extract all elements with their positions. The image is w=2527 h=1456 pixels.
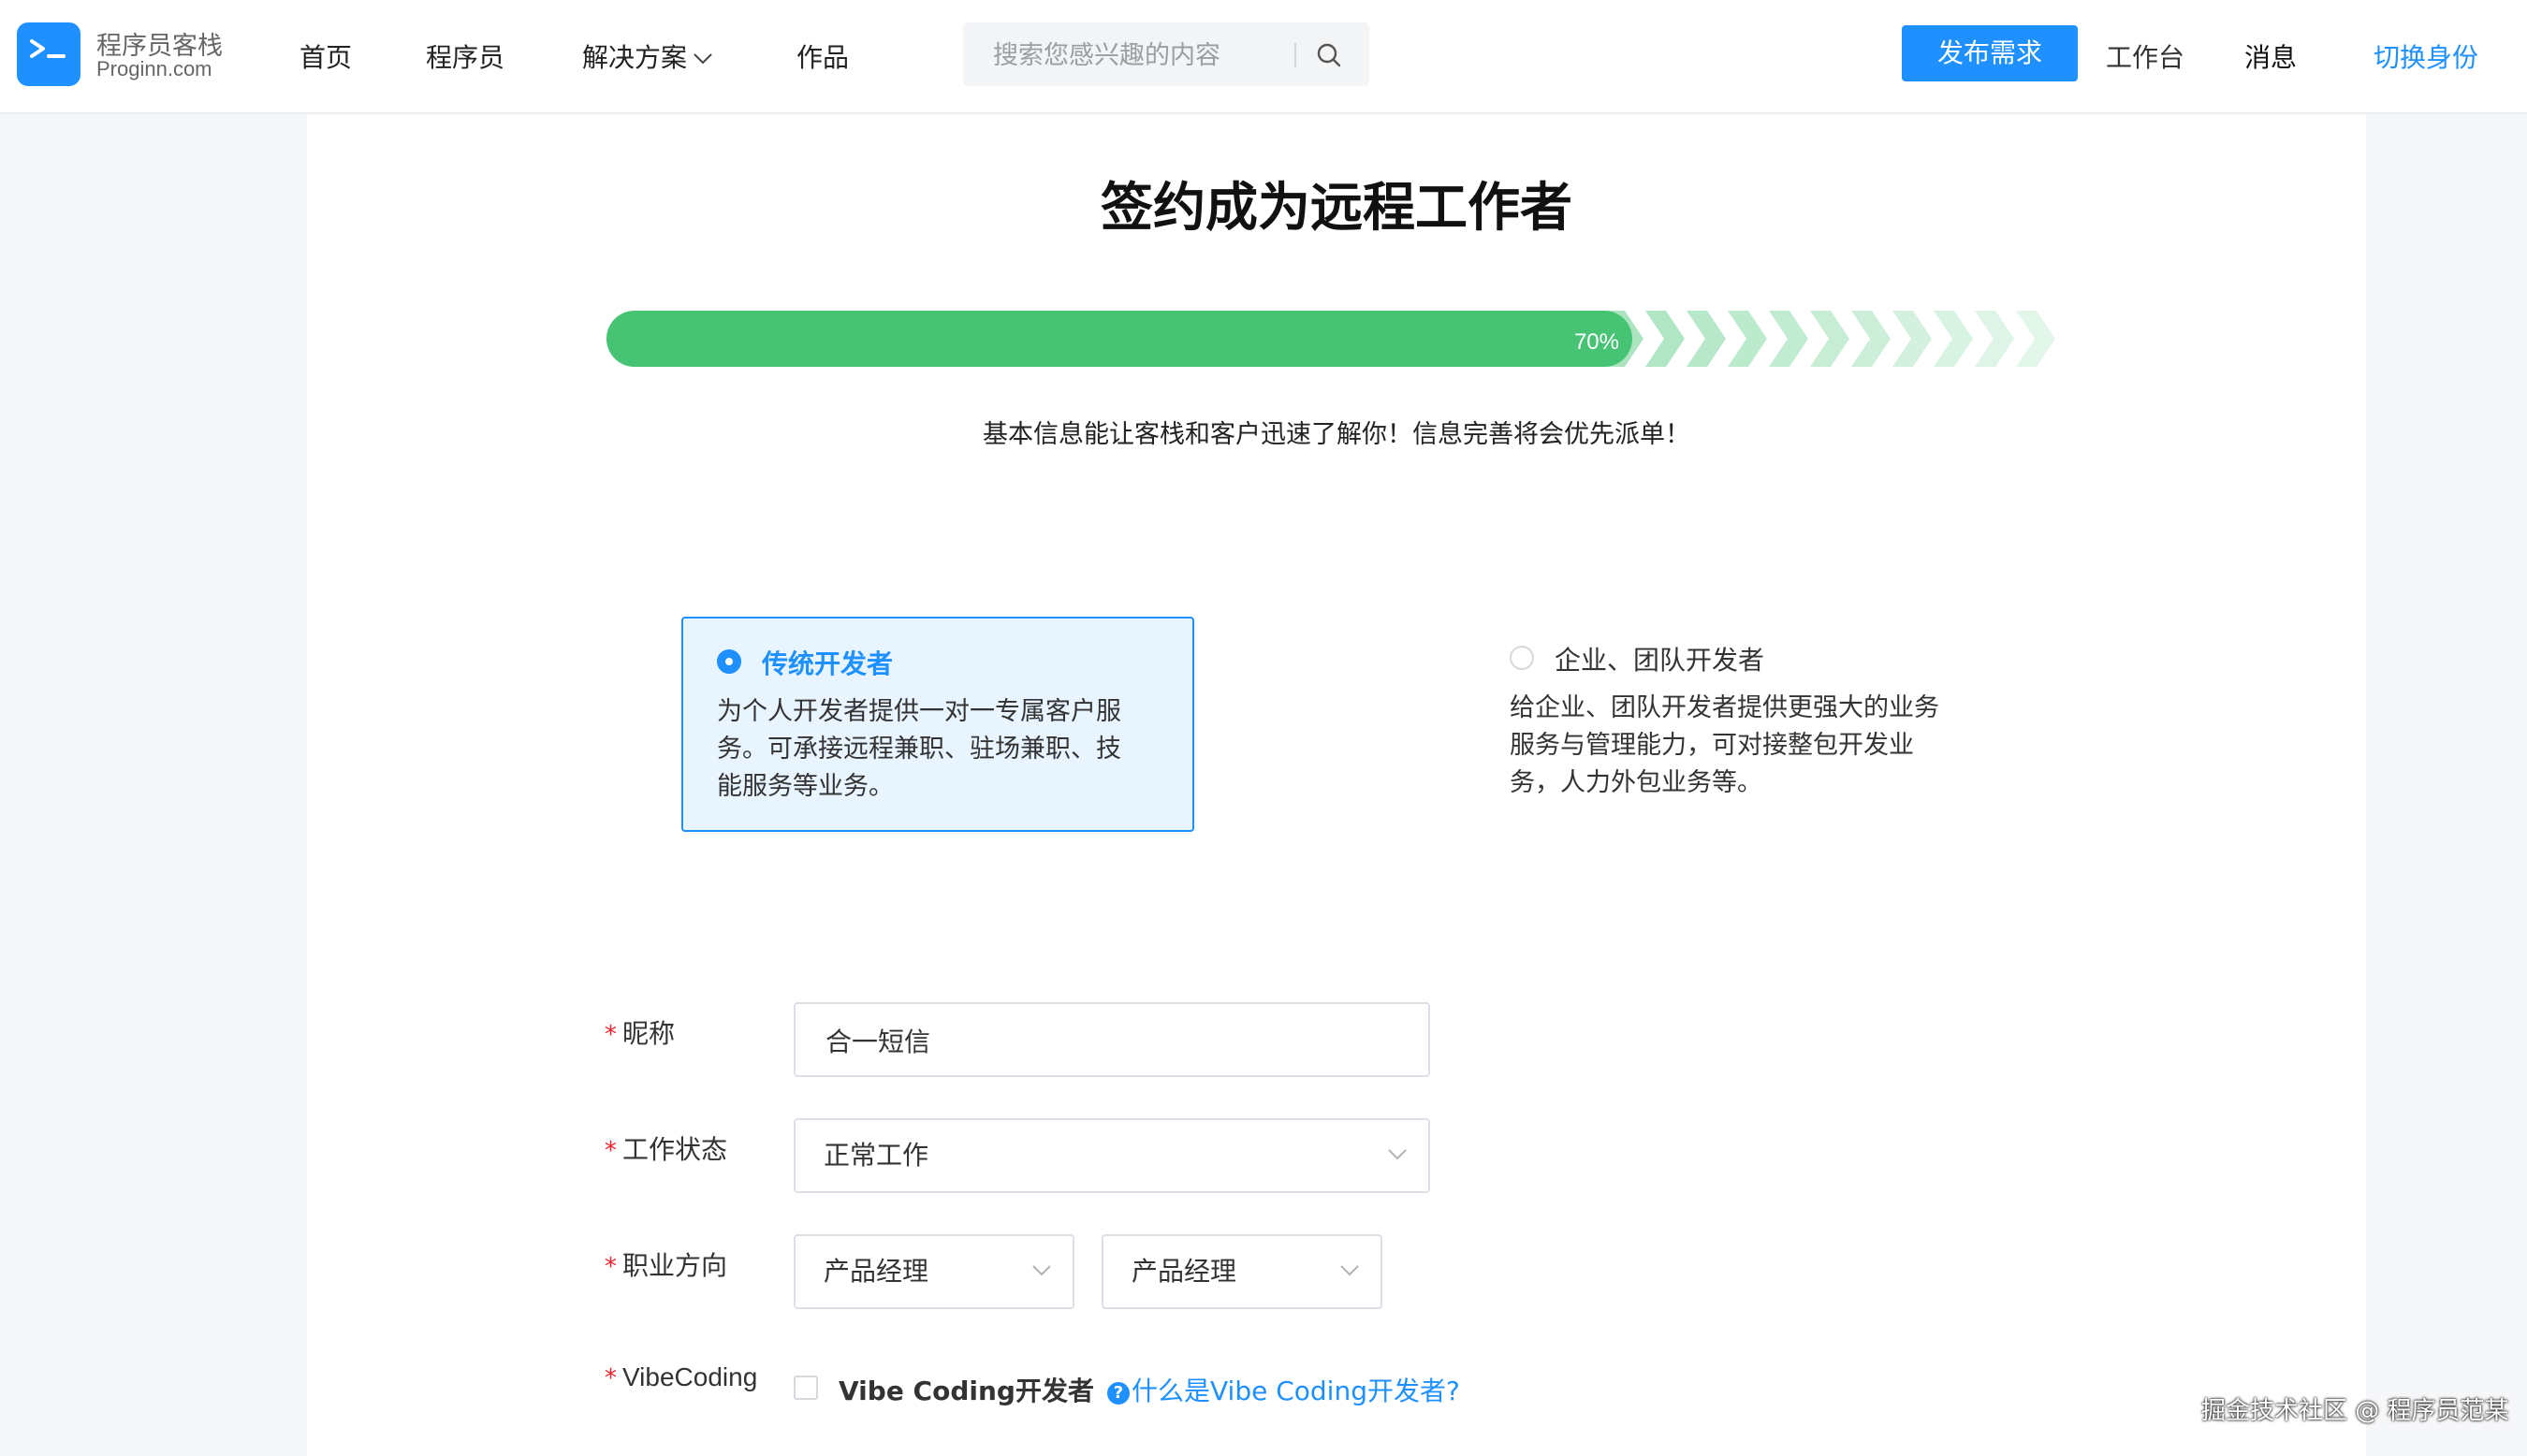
page-title: 签约成为远程工作者 (1101, 178, 1572, 239)
role-description: 给企业、团队开发者提供更强大的业务 服务与管理能力，可对接整包开发业 务，人力外… (1510, 690, 1939, 802)
vibe-coding-checkbox-label[interactable]: Vibe Coding开发者 (839, 1371, 1094, 1408)
workbench-link[interactable]: 工作台 (2106, 37, 2184, 75)
career-label: * 职业方向 (605, 1245, 727, 1283)
vibe-coding-checkbox[interactable] (794, 1376, 818, 1400)
career-select-primary[interactable]: 产品经理 (794, 1234, 1074, 1309)
nav-programmers[interactable]: 程序员 (426, 37, 504, 75)
required-mark: * (605, 1021, 617, 1049)
role-desc-line: 务。可承接远程兼职、驻场兼职、技 (717, 735, 1121, 764)
career-primary-value: 产品经理 (824, 1256, 929, 1287)
progress-chevron (1769, 311, 1808, 367)
search-divider (1294, 43, 1296, 67)
nav-home[interactable]: 首页 (299, 37, 352, 75)
progress-label: 70% (1574, 329, 1619, 355)
nickname-field (794, 1002, 1430, 1077)
role-desc-line: 能服务等业务。 (717, 772, 894, 801)
career-secondary-value: 产品经理 (1132, 1256, 1237, 1287)
nav-solutions[interactable]: 解决方案 (582, 37, 713, 75)
progress-chevron (1975, 311, 2014, 367)
publish-request-button[interactable]: 发布需求 (1902, 25, 2078, 81)
progress-chevron (1728, 311, 1767, 367)
progress-hint: 基本信息能让客栈和客户迅速了解你！信息完善将会优先派单！ (983, 420, 1690, 449)
search-icon[interactable] (1315, 41, 1343, 69)
search-box (963, 22, 1369, 86)
chevron-down-icon (1340, 1265, 1359, 1276)
role-title: 企业、团队开发者 (1555, 645, 1765, 676)
nav-works[interactable]: 作品 (796, 37, 849, 75)
progress-fill (606, 311, 1632, 367)
required-mark: * (605, 1364, 617, 1392)
role-option-traditional[interactable]: 传统开发者 为个人开发者提供一对一专属客户服 务。可承接远程兼职、驻场兼职、技 … (681, 617, 1194, 832)
watermark: 掘金技术社区 @ 程序员范某 (2201, 1397, 2509, 1425)
progress-chevron (1851, 311, 1891, 367)
search-input[interactable] (991, 36, 1313, 75)
chevron-down-icon (1032, 1265, 1051, 1276)
role-title: 传统开发者 (762, 648, 894, 679)
nav-solutions-label: 解决方案 (582, 42, 688, 73)
role-description: 为个人开发者提供一对一专属客户服 务。可承接远程兼职、驻场兼职、技 能服务等业务… (717, 693, 1121, 806)
work-status-label: * 工作状态 (605, 1129, 727, 1167)
question-icon: ? (1107, 1382, 1130, 1405)
vibe-coding-help-link[interactable]: ? 什么是Vibe Coding开发者? (1107, 1371, 1460, 1408)
progress-bar: 70% (606, 309, 2067, 372)
progress-chevron (1687, 311, 1726, 367)
nickname-label-text: 昵称 (622, 1018, 676, 1049)
help-link-text: 什么是Vibe Coding开发者? (1132, 1376, 1460, 1406)
career-label-text: 职业方向 (622, 1250, 728, 1281)
logo-icon[interactable] (17, 22, 80, 86)
progress-chevron (1810, 311, 1849, 367)
progress-chevron (2057, 311, 2067, 367)
radio-selected[interactable] (717, 649, 741, 674)
career-select-secondary[interactable]: 产品经理 (1102, 1234, 1382, 1309)
progress-chevron (1934, 311, 1973, 367)
role-desc-line: 务，人力外包业务等。 (1510, 768, 1762, 797)
role-desc-line: 服务与管理能力，可对接整包开发业 (1510, 731, 1914, 760)
nickname-label: * 昵称 (605, 1013, 675, 1051)
radio-unselected[interactable] (1510, 646, 1534, 670)
role-option-enterprise[interactable]: 企业、团队开发者 给企业、团队开发者提供更强大的业务 服务与管理能力，可对接整包… (1497, 618, 1984, 833)
progress-chevron (2016, 311, 2055, 367)
messages-link[interactable]: 消息 (2244, 37, 2297, 75)
chevron-down-icon (1388, 1149, 1407, 1160)
required-mark: * (605, 1137, 617, 1165)
vibecoding-label: * VibeCoding (605, 1361, 757, 1392)
logo-domain[interactable]: Proginn.com (96, 57, 212, 81)
vibecoding-label-text: VibeCoding (622, 1362, 758, 1391)
work-status-select[interactable]: 正常工作 (794, 1118, 1430, 1193)
work-status-label-text: 工作状态 (622, 1134, 728, 1165)
nickname-input[interactable] (824, 1004, 1334, 1077)
progress-chevron (1645, 311, 1685, 367)
progress-chevron (1892, 311, 1932, 367)
required-mark: * (605, 1253, 617, 1281)
switch-identity-link[interactable]: 切换身份 (2374, 37, 2478, 75)
top-header: 程序员客栈 Proginn.com 首页 程序员 解决方案 作品 发布需求 工作… (0, 0, 2527, 114)
chevron-down-icon (694, 53, 712, 65)
role-desc-line: 给企业、团队开发者提供更强大的业务 (1510, 693, 1939, 722)
work-status-value: 正常工作 (824, 1140, 929, 1171)
role-desc-line: 为个人开发者提供一对一专属客户服 (717, 697, 1121, 726)
